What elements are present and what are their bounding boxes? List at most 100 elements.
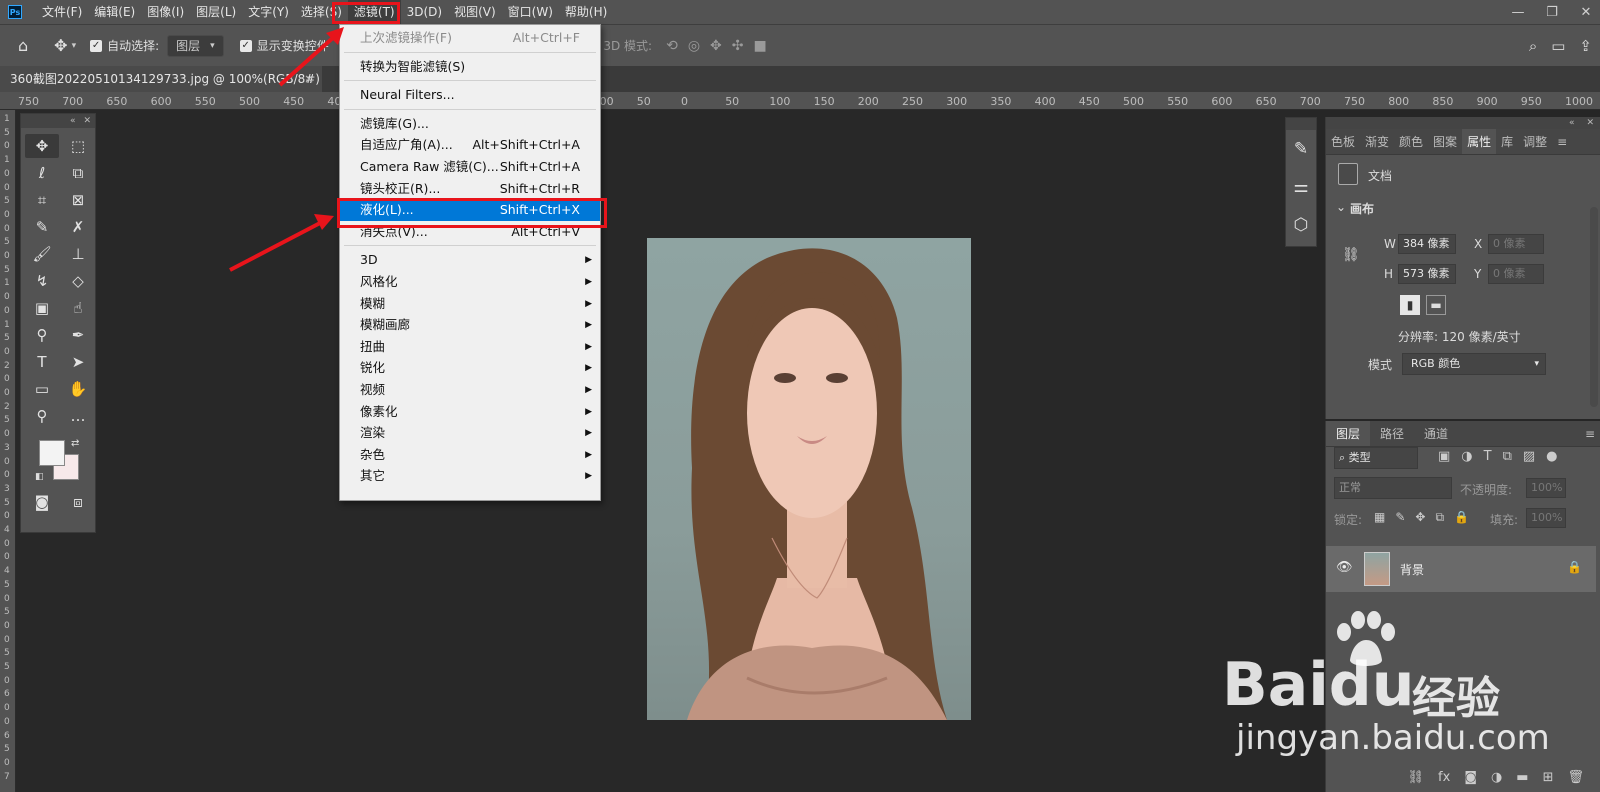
menu-view[interactable]: 视图(V) [448, 0, 502, 24]
more-tools-icon[interactable]: … [61, 404, 95, 428]
close-icon[interactable]: ✕ [83, 116, 91, 126]
menu-help[interactable]: 帮助(H) [559, 0, 613, 24]
history-brush-icon[interactable]: ↯ [25, 269, 59, 293]
layer-filter-icons[interactable]: ▣◑T⧉▨● [1438, 449, 1568, 464]
move-tool-icon[interactable]: ✥ [25, 134, 59, 158]
close-icon[interactable]: ✕ [1578, 5, 1594, 20]
x-field[interactable]: 0 像素 [1488, 234, 1544, 254]
tab-gradients[interactable]: 渐变 [1360, 129, 1394, 154]
hand-tool-icon[interactable]: ✋ [61, 377, 95, 401]
stamp-tool-icon[interactable]: ⊥ [61, 242, 95, 266]
delete-layer-icon[interactable]: 🗑 [1567, 770, 1584, 785]
menu-window[interactable]: 窗口(W) [502, 0, 559, 24]
workspace-icon[interactable]: ▭ [1551, 37, 1565, 55]
filter-menu-item[interactable]: 自适应广角(A)... Alt+Shift+Ctrl+A [340, 134, 600, 156]
adjustments-icon[interactable]: ⚌ [1286, 168, 1316, 206]
tab-properties[interactable]: 属性 [1462, 129, 1497, 154]
fill-field[interactable]: 100% [1526, 508, 1566, 528]
tab-libraries[interactable]: 库 [1496, 129, 1518, 154]
pen-tool-icon[interactable]: ✒ [61, 323, 95, 347]
portrait-orientation-icon[interactable]: ▮ [1400, 295, 1420, 315]
layer-name[interactable]: 背景 [1400, 561, 1424, 578]
filter-menu-item[interactable]: 杂色 ▶ [340, 444, 600, 466]
filter-menu-item[interactable]: 风格化 ▶ [340, 271, 600, 293]
collapse-icon[interactable]: « [70, 116, 76, 126]
height-field[interactable]: 573 像素 [1398, 264, 1456, 284]
3d-cube-icon[interactable]: ⬡ [1286, 206, 1316, 244]
document-tab[interactable]: 360截图20220510134129733.jpg @ 100%(RGB/8#… [0, 66, 322, 92]
tab-paths[interactable]: 路径 [1370, 421, 1414, 446]
menu-type[interactable]: 文字(Y) [242, 0, 295, 24]
brush-tool-icon[interactable]: 🖌 [25, 242, 59, 266]
menu-3d[interactable]: 3D(D) [401, 0, 448, 24]
marquee-tool-icon[interactable]: ⬚ [61, 134, 95, 158]
frame-tool-icon[interactable]: ⊠ [61, 188, 95, 212]
auto-select-dropdown[interactable]: 图层 ▾ [167, 34, 224, 57]
filter-menu-item[interactable]: Camera Raw 滤镜(C)... Shift+Ctrl+A [340, 156, 600, 178]
panel-menu-icon[interactable]: ≡ [1580, 421, 1600, 446]
eyedropper-tool-icon[interactable]: ✎ [25, 215, 59, 239]
group-icon[interactable]: ▬ [1516, 770, 1528, 785]
filter-menu-item[interactable]: 模糊画廊 ▶ [340, 314, 600, 336]
auto-select-checkbox[interactable]: ✓ [90, 39, 103, 52]
filter-menu-item[interactable]: 转换为智能滤镜(S) [340, 56, 600, 78]
visibility-eye-icon[interactable]: 👁 [1336, 560, 1353, 575]
swap-colors-icon[interactable]: ⇄ [71, 438, 79, 449]
width-field[interactable]: 384 像素 [1398, 234, 1456, 254]
y-field[interactable]: 0 像素 [1488, 264, 1544, 284]
quick-mask-icon[interactable]: ◙ [25, 490, 59, 514]
fx-icon[interactable]: fx [1438, 770, 1450, 785]
document-image[interactable] [647, 238, 971, 720]
brush-settings-icon[interactable]: ✎ [1286, 130, 1316, 168]
gradient-tool-icon[interactable]: ▣ [25, 296, 59, 320]
screen-mode-icon[interactable]: ⧈ [61, 490, 95, 514]
lock-icons[interactable]: ▦✎✥⧉🔒 [1374, 510, 1479, 525]
properties-scrollbar[interactable] [1590, 207, 1598, 407]
restore-icon[interactable]: ❐ [1544, 5, 1560, 20]
layer-row-background[interactable]: 👁 背景 🔒 [1326, 546, 1596, 592]
menu-layer[interactable]: 图层(L) [190, 0, 242, 24]
crop-tool-icon[interactable]: ⌗ [25, 188, 59, 212]
lock-icon[interactable]: 🔒 [1567, 560, 1582, 574]
filter-menu-item[interactable]: 像素化 ▶ [340, 401, 600, 423]
close-tab-icon[interactable]: × [304, 66, 314, 92]
filter-menu-item[interactable]: Neural Filters... [340, 84, 600, 106]
show-transform-checkbox[interactable]: ✓ [239, 39, 252, 52]
add-mask-icon[interactable]: ◙ [1464, 770, 1477, 785]
filter-menu-item[interactable]: 上次滤镜操作(F) Alt+Ctrl+F [340, 27, 600, 49]
mode-dropdown[interactable]: RGB 颜色 ▾ [1402, 353, 1546, 375]
default-colors-icon[interactable]: ◧ [35, 472, 44, 482]
tab-swatches[interactable]: 色板 [1326, 129, 1360, 154]
new-layer-icon[interactable]: ⊞ [1543, 770, 1554, 785]
menu-edit[interactable]: 编辑(E) [88, 0, 141, 24]
menu-file[interactable]: 文件(F) [36, 0, 88, 24]
panel-menu-icon[interactable]: ≡ [1552, 129, 1572, 154]
minimize-icon[interactable]: — [1510, 5, 1526, 20]
adjustment-layer-icon[interactable]: ◑ [1491, 770, 1502, 785]
filter-menu-item[interactable]: 扭曲 ▶ [340, 336, 600, 358]
heal-tool-icon[interactable]: ✗ [61, 215, 95, 239]
path-select-tool-icon[interactable]: ➤ [61, 350, 95, 374]
collapse-icon[interactable]: « [1569, 118, 1575, 128]
menu-image[interactable]: 图像(I) [141, 0, 190, 24]
filter-menu-item[interactable]: 其它 ▶ [340, 465, 600, 487]
close-icon[interactable]: ✕ [1586, 118, 1594, 128]
filter-menu-item[interactable]: 锐化 ▶ [340, 357, 600, 379]
type-tool-icon[interactable]: T [25, 350, 59, 374]
tab-layers[interactable]: 图层 [1326, 421, 1371, 446]
search-icon[interactable]: ⌕ [1529, 37, 1537, 55]
rectangle-tool-icon[interactable]: ▭ [25, 377, 59, 401]
filter-menu-item[interactable]: 镜头校正(R)... Shift+Ctrl+R [340, 178, 600, 200]
canvas-section-toggle[interactable]: ⌄ [1336, 200, 1346, 214]
home-icon[interactable]: ⌂ [18, 36, 28, 55]
filter-menu-item[interactable]: 模糊 ▶ [340, 293, 600, 315]
filter-menu-item[interactable]: 视频 ▶ [340, 379, 600, 401]
tab-patterns[interactable]: 图案 [1428, 129, 1462, 154]
tab-color[interactable]: 颜色 [1394, 129, 1428, 154]
eraser-tool-icon[interactable]: ◇ [61, 269, 95, 293]
opacity-field[interactable]: 100% [1526, 478, 1566, 498]
zoom-tool-icon[interactable]: ⚲ [25, 404, 59, 428]
filter-menu-item[interactable]: 渲染 ▶ [340, 422, 600, 444]
move-tool-icon[interactable]: ✥ [54, 36, 67, 55]
chevron-down-icon[interactable]: ▾ [72, 41, 77, 51]
